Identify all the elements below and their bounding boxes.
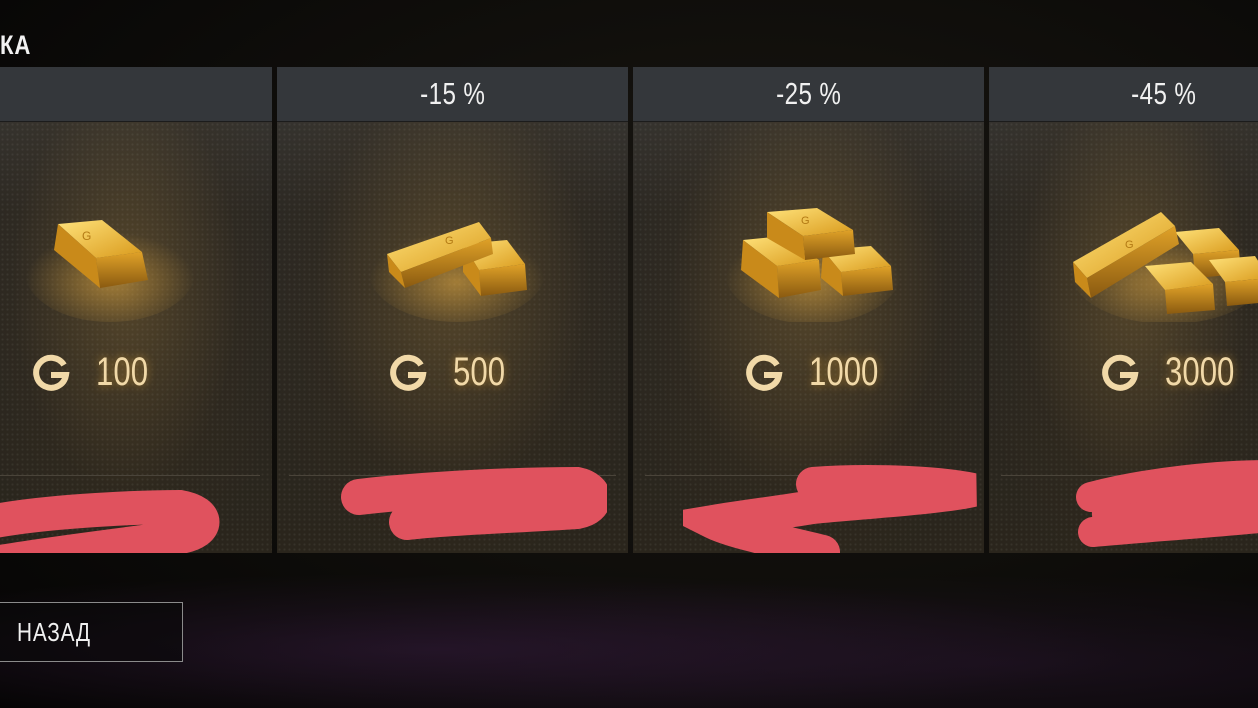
- price-row: 100: [30, 347, 163, 397]
- price-row: 1000: [743, 347, 898, 397]
- offer-card-100[interactable]: G 100: [0, 67, 272, 553]
- divider: [0, 475, 260, 476]
- offer-header: -45 %: [989, 67, 1258, 122]
- back-button-label: НАЗАД: [17, 616, 91, 647]
- discount-label: -15 %: [419, 76, 486, 111]
- price-row: 3000: [1099, 347, 1254, 397]
- gold-amount: 1000: [809, 349, 879, 394]
- gold-stack-icon: G: [725, 208, 901, 322]
- svg-text:G: G: [801, 215, 810, 227]
- divider: [289, 475, 616, 476]
- gold-bars-icon: G: [369, 222, 545, 322]
- offer-header: -25 %: [633, 67, 984, 122]
- gold-pile-icon: G: [1071, 212, 1258, 322]
- gold-amount: 3000: [1165, 349, 1235, 394]
- divider: [1001, 475, 1258, 476]
- gold-bar-icon: G: [25, 220, 195, 322]
- background-glow: [0, 560, 1258, 708]
- gold-g-icon: [390, 354, 427, 391]
- gold-amount: 100: [96, 349, 149, 394]
- gold-g-icon: [746, 354, 783, 391]
- divider: [645, 475, 972, 476]
- offer-header: [0, 67, 272, 122]
- price-row: 500: [387, 347, 520, 397]
- offer-header: -15 %: [277, 67, 628, 122]
- svg-text:G: G: [1125, 239, 1134, 251]
- offer-card-1000[interactable]: -25 % G 1000: [633, 67, 984, 553]
- svg-text:G: G: [82, 229, 91, 243]
- page-title: КА: [0, 30, 32, 60]
- gold-g-icon: [33, 354, 70, 391]
- redaction-scribble: [341, 467, 607, 540]
- redaction-scribble: [0, 489, 220, 553]
- svg-text:G: G: [445, 235, 454, 247]
- gold-amount: 500: [453, 349, 506, 394]
- offer-card-500[interactable]: -15 % G 500: [277, 67, 628, 553]
- offer-card-3000[interactable]: -45 % G 3000: [989, 67, 1258, 553]
- back-button[interactable]: НАЗАД: [0, 602, 183, 662]
- discount-label: -25 %: [775, 76, 842, 111]
- gold-g-icon: [1102, 354, 1139, 391]
- redaction-scribble: [1076, 460, 1258, 547]
- discount-label: -45 %: [1131, 76, 1197, 111]
